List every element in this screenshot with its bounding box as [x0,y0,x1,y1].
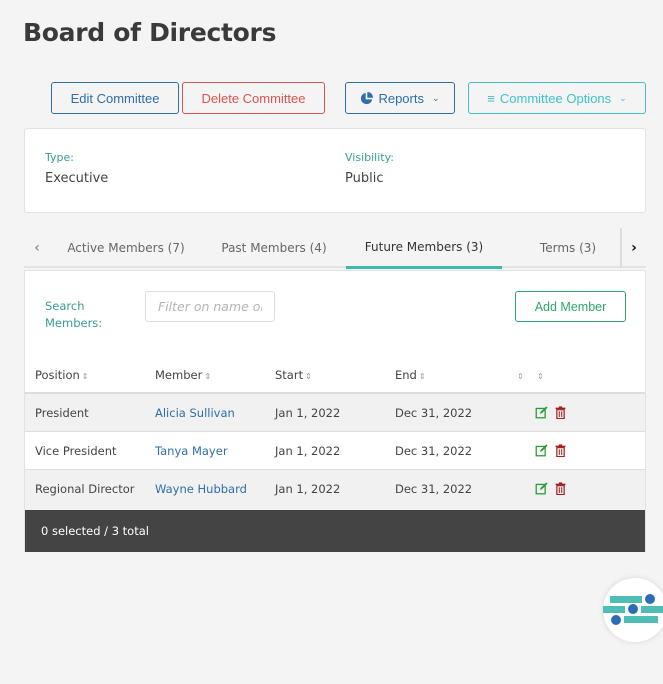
column-header-start[interactable]: Start ⇕ [275,368,312,382]
delete-committee-button[interactable]: Delete Committee [182,82,325,114]
position-cell: Vice President [35,443,117,458]
committee-options-label: Committee Options [499,90,612,106]
end-cell: Dec 31, 2022 [395,405,473,420]
selection-footer: 0 selected / 3 total [25,510,645,552]
members-panel: Search Members: Add Member Position⇕ Mem… [24,270,646,552]
trash-icon[interactable] [554,444,567,457]
position-cell: Regional Director [35,481,135,496]
end-cell: Dec 31, 2022 [395,443,473,458]
edit-icon[interactable] [535,444,548,457]
trash-icon[interactable] [554,482,567,495]
start-cell: Jan 1, 2022 [275,481,341,496]
chevron-down-icon: ⌄ [619,92,627,103]
tab-past-members[interactable]: Past Members (4) [208,228,340,268]
trash-icon[interactable] [554,406,567,419]
tab-active-members[interactable]: Active Members (7) [60,228,192,268]
table-row[interactable]: Vice President Tanya Mayer Jan 1, 2022 D… [25,432,645,470]
table-row[interactable]: President Alicia Sullivan Jan 1, 2022 De… [25,394,645,432]
column-header-sort-5[interactable]: ⇕ [515,368,524,382]
type-value: Executive [45,171,109,186]
tab-future-members[interactable]: Future Members (3) [346,228,502,269]
member-link[interactable]: Alicia Sullivan [155,394,235,431]
visibility-value: Public [345,171,384,186]
start-cell: Jan 1, 2022 [275,443,341,458]
sort-icon: ⇕ [204,372,212,381]
add-member-button[interactable]: Add Member [515,291,626,322]
sort-icon: ⇕ [418,372,426,381]
member-tabs: ‹ Active Members (7) Past Members (4) Fu… [24,228,646,269]
edit-committee-label: Edit Committee [70,90,160,106]
start-cell: Jan 1, 2022 [275,405,341,420]
help-widget-button[interactable] [603,578,663,642]
tabs-scroll-right-icon[interactable]: › [620,228,646,268]
chevron-down-icon: ⌄ [431,92,440,103]
sort-icon: ⇕ [81,372,89,381]
menu-icon: ≡ [487,90,495,106]
tabs-scroll-left-icon[interactable]: ‹ [24,228,50,268]
sort-icon: ⇕ [305,372,312,381]
visibility-label: Visibility: [345,151,395,164]
edit-icon[interactable] [535,482,548,495]
member-link[interactable]: Tanya Mayer [155,432,228,469]
reports-label: Reports [378,90,424,106]
position-cell: President [35,405,89,420]
edit-committee-button[interactable]: Edit Committee [51,82,179,114]
column-header-member[interactable]: Member ⇕ [155,368,211,382]
search-input[interactable] [145,291,275,322]
widget-logo-icon [603,594,663,625]
committee-options-button[interactable]: ≡ Committee Options ⌄ [468,82,646,114]
type-label: Type: [45,151,74,164]
sort-icon: ⇕ [517,372,524,381]
page-title: Board of Directors [23,18,277,47]
reports-button[interactable]: Reports ⌄ [345,82,455,114]
column-header-position[interactable]: Position ⇕ [35,368,88,382]
selection-count: 0 selected / 3 total [41,524,149,538]
end-cell: Dec 31, 2022 [395,481,473,496]
table-row[interactable]: Regional Director Wayne Hubbard Jan 1, 2… [25,470,645,510]
delete-committee-label: Delete Committee [201,90,306,106]
tab-terms[interactable]: Terms (3) [526,228,610,268]
pie-chart-icon [361,91,374,104]
sort-icon: ⇕ [537,372,544,381]
committee-info-card: Type: Executive Visibility: Public [24,128,646,213]
column-header-end[interactable]: End ⇕ [395,368,426,382]
search-label: Search Members: [45,299,103,330]
edit-icon[interactable] [535,406,548,419]
column-header-sort-6[interactable]: ⇕ [535,368,544,382]
member-link[interactable]: Wayne Hubbard [155,470,247,507]
